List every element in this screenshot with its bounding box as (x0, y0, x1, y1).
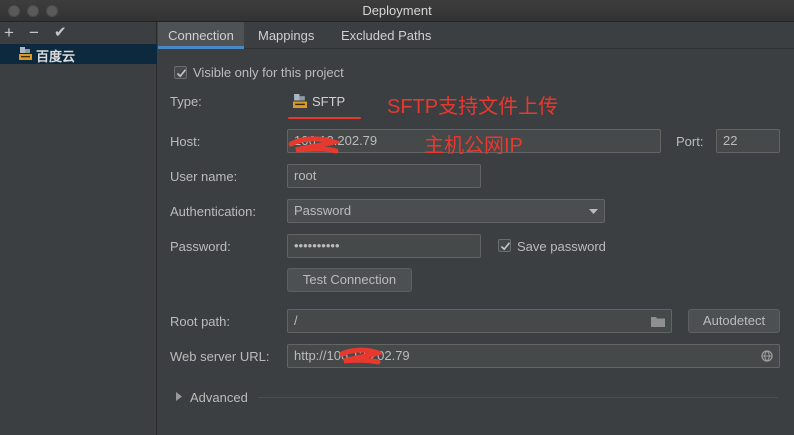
annotation-underline (288, 117, 361, 119)
root-path-value: / (294, 313, 298, 328)
auth-dropdown[interactable]: Password (287, 199, 605, 223)
visible-only-checkbox[interactable] (174, 66, 187, 79)
root-path-label: Root path: (170, 314, 230, 329)
port-value: 22 (723, 133, 738, 148)
annotation-sftp-note: SFTP支持文件上传 (387, 96, 559, 118)
annotation-host-note: 主机公网IP (424, 135, 523, 157)
type-label: Type: (170, 94, 202, 109)
save-password-label: Save password (517, 239, 606, 254)
chevron-right-icon (176, 392, 182, 401)
server-name: 百度云 (36, 49, 76, 64)
username-input[interactable]: root (287, 164, 481, 188)
username-label: User name: (170, 169, 238, 184)
chevron-down-icon (589, 209, 598, 214)
redaction-scribble (339, 347, 382, 365)
password-value: •••••••••• (294, 238, 340, 253)
host-label: Host: (170, 134, 201, 149)
folder-icon[interactable] (651, 316, 665, 327)
advanced-divider (258, 397, 778, 398)
server-list-item[interactable]: 百度云 (0, 44, 157, 64)
web-url-label: Web server URL: (170, 349, 270, 364)
auth-value: Password (294, 203, 352, 218)
sftp-icon (293, 94, 307, 108)
type-selector[interactable]: SFTP (287, 89, 383, 114)
type-value: SFTP (312, 94, 346, 109)
globe-icon[interactable] (761, 350, 773, 362)
window-titlebar: Deployment (0, 0, 794, 22)
password-input[interactable]: •••••••••• (287, 234, 481, 258)
auth-label: Authentication: (170, 204, 257, 219)
autodetect-button[interactable]: Autodetect (688, 309, 780, 333)
tab-connection[interactable]: Connection (158, 22, 244, 49)
server-list-panel: + − ✔ 百度云 (0, 22, 157, 435)
tab-mappings[interactable]: Mappings (258, 22, 314, 49)
advanced-label: Advanced (190, 390, 248, 405)
checkmark-icon (176, 69, 187, 78)
save-password-checkbox[interactable] (498, 239, 511, 252)
deployment-tabs: Connection Mappings Excluded Paths (158, 22, 794, 49)
server-list-toolbar: + − ✔ (0, 22, 156, 44)
connection-form: Visible only for this project Type: SFTP… (158, 49, 794, 435)
tab-excluded-paths[interactable]: Excluded Paths (341, 22, 431, 49)
checkmark-icon (500, 242, 511, 251)
add-server-icon[interactable]: + (4, 23, 14, 43)
port-label: Port: (676, 134, 704, 149)
set-default-check-icon[interactable]: ✔ (54, 23, 67, 43)
port-input[interactable]: 22 (716, 129, 780, 153)
sftp-server-icon (19, 47, 32, 60)
username-value: root (294, 168, 317, 183)
redaction-scribble (288, 136, 340, 154)
test-connection-button[interactable]: Test Connection (287, 268, 412, 292)
visible-only-label: Visible only for this project (193, 65, 344, 80)
password-label: Password: (170, 239, 231, 254)
root-path-input[interactable]: / (287, 309, 672, 333)
remove-server-icon[interactable]: − (29, 23, 39, 43)
window-title: Deployment (362, 3, 432, 18)
